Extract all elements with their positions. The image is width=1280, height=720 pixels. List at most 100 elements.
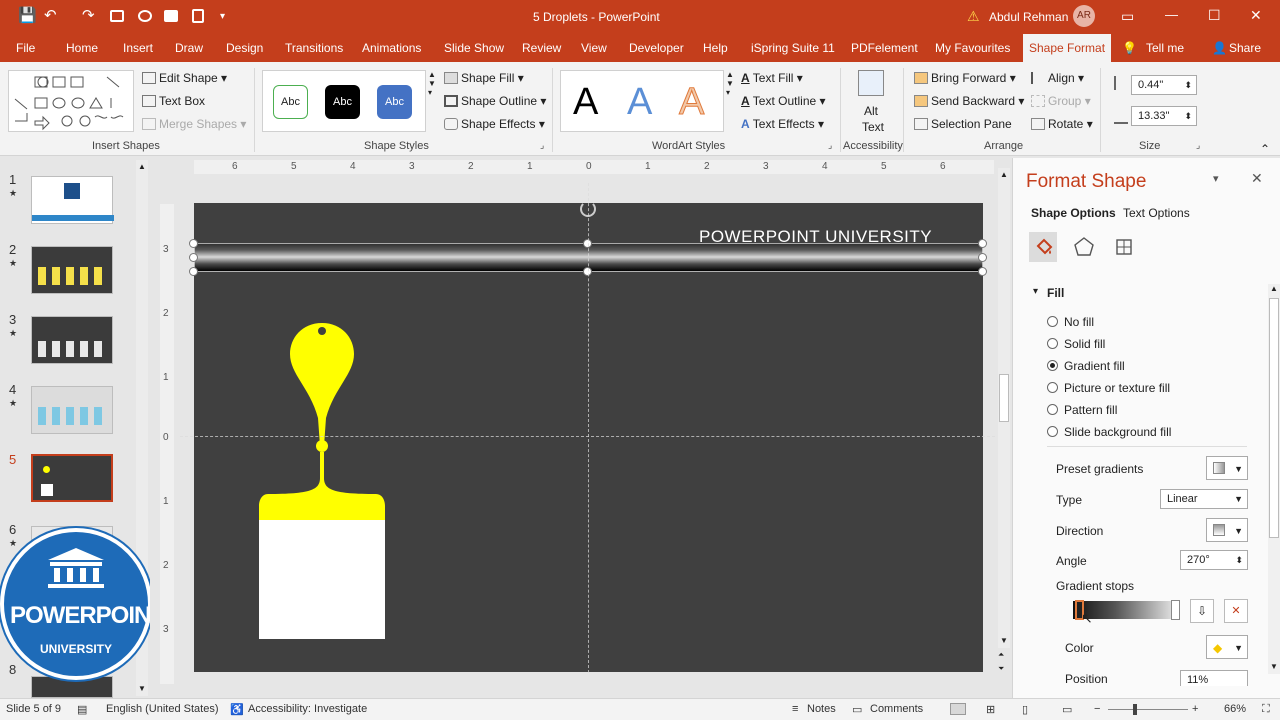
pattern-fill-option[interactable]: Pattern fill bbox=[1047, 403, 1117, 417]
merge-shapes-button[interactable]: Merge Shapes ▾ bbox=[142, 117, 246, 131]
spinner-icon[interactable]: ⬍ bbox=[1184, 107, 1192, 125]
tab-view[interactable]: View bbox=[581, 34, 607, 62]
radio-slide-background-fill[interactable] bbox=[1047, 426, 1058, 437]
radio-solid-fill[interactable] bbox=[1047, 338, 1058, 349]
text-box-button[interactable]: Text Box bbox=[142, 94, 205, 108]
slide-background-fill-option[interactable]: Slide background fill bbox=[1047, 425, 1171, 439]
shapes-gallery[interactable] bbox=[8, 70, 134, 132]
alt-text-button-line2[interactable]: Text bbox=[862, 120, 884, 134]
scroll-thumb[interactable] bbox=[1269, 298, 1279, 538]
shape-fill-button[interactable]: Shape Fill ▾ bbox=[444, 71, 524, 85]
wordart-blue[interactable]: A bbox=[627, 81, 652, 124]
tab-ispring[interactable]: iSpring Suite 11 bbox=[751, 34, 835, 62]
wordart-orange[interactable]: A bbox=[678, 81, 704, 124]
canvas-scrollbar[interactable]: ▲ ▼ bbox=[998, 168, 1010, 648]
minimize-icon[interactable]: — bbox=[1165, 7, 1178, 22]
tab-transitions[interactable]: Transitions bbox=[285, 34, 343, 62]
tab-slide-show[interactable]: Slide Show bbox=[444, 34, 504, 62]
style-preset-black[interactable]: Abc bbox=[325, 85, 360, 119]
style-preset-blue[interactable]: Abc bbox=[377, 85, 412, 119]
tab-text-options[interactable]: Text Options bbox=[1123, 206, 1190, 220]
scroll-up-icon[interactable]: ▲ bbox=[1000, 170, 1008, 179]
zoom-out-icon[interactable]: − bbox=[1094, 703, 1100, 715]
redo-icon[interactable]: ↷ bbox=[82, 8, 95, 24]
save-icon[interactable]: 💾 bbox=[18, 8, 37, 24]
bring-forward-button[interactable]: Bring Forward ▾ bbox=[914, 71, 1016, 85]
scroll-up-icon[interactable]: ▲ bbox=[138, 162, 146, 171]
size-properties-icon[interactable] bbox=[1113, 236, 1135, 258]
solid-fill-option[interactable]: Solid fill bbox=[1047, 337, 1105, 351]
send-backward-button[interactable]: Send Backward ▾ bbox=[914, 94, 1024, 108]
resize-handle[interactable] bbox=[978, 239, 987, 248]
resize-handle[interactable] bbox=[189, 253, 198, 262]
fill-collapse-icon[interactable]: ▾ bbox=[1033, 286, 1038, 297]
tab-pdfelement[interactable]: PDFelement bbox=[851, 34, 918, 62]
pane-close-icon[interactable]: ✕ bbox=[1251, 170, 1263, 187]
reading-view-icon[interactable]: ▯ bbox=[1022, 703, 1028, 716]
rotate-button[interactable]: Rotate ▾ bbox=[1031, 117, 1093, 131]
resize-handle[interactable] bbox=[978, 253, 987, 262]
present-icon[interactable] bbox=[110, 10, 124, 22]
alt-text-button[interactable]: Alt bbox=[864, 104, 878, 118]
tab-insert[interactable]: Insert bbox=[123, 34, 153, 62]
collapse-ribbon-icon[interactable]: ⌃ bbox=[1260, 142, 1270, 156]
language-indicator[interactable]: English (United States) bbox=[106, 703, 219, 715]
zoom-level[interactable]: 66% bbox=[1224, 703, 1246, 715]
dialog-launcher-icon[interactable]: ⌟ bbox=[540, 140, 544, 151]
comments-icon[interactable]: ▭ bbox=[852, 703, 862, 716]
share-button[interactable]: Share bbox=[1229, 34, 1261, 62]
dialog-launcher-icon[interactable]: ⌟ bbox=[828, 140, 832, 151]
maximize-icon[interactable]: ☐ bbox=[1208, 7, 1221, 24]
gradient-stop[interactable] bbox=[1171, 600, 1180, 620]
text-outline-button[interactable]: A Text Outline ▾ bbox=[741, 94, 826, 108]
gallery-scroll-icon[interactable]: ▲ ▼ ▾ bbox=[726, 70, 734, 97]
fit-to-window-icon[interactable]: ⛶ bbox=[1262, 703, 1270, 716]
scroll-thumb[interactable] bbox=[999, 374, 1009, 422]
slide-thumbnail-5[interactable] bbox=[31, 454, 113, 502]
preset-gradients-dropdown[interactable]: ▼ bbox=[1206, 456, 1248, 480]
text-fill-button[interactable]: A Text Fill ▾ bbox=[741, 71, 803, 85]
scroll-up-icon[interactable]: ▲ bbox=[1270, 284, 1278, 293]
zoom-slider-thumb[interactable] bbox=[1133, 704, 1137, 715]
shape-outline-button[interactable]: Shape Outline ▾ bbox=[444, 94, 546, 108]
previous-slide-icon[interactable]: ⏶ bbox=[998, 650, 1004, 660]
white-card[interactable] bbox=[259, 520, 385, 639]
fill-section-header[interactable]: Fill bbox=[1047, 286, 1064, 300]
angle-input[interactable]: 270° ⬍ bbox=[1180, 550, 1248, 570]
slideshow-icon[interactable]: ▭ bbox=[1062, 703, 1072, 716]
zoom-in-icon[interactable]: + bbox=[1192, 703, 1198, 715]
tab-home[interactable]: Home bbox=[66, 34, 98, 62]
radio-gradient-fill[interactable] bbox=[1047, 360, 1058, 371]
remove-gradient-stop-icon[interactable]: ✕ bbox=[1224, 599, 1248, 623]
print-preview-icon[interactable] bbox=[192, 9, 204, 23]
tab-help[interactable]: Help bbox=[703, 34, 728, 62]
picture-fill-option[interactable]: Picture or texture fill bbox=[1047, 381, 1170, 395]
align-button[interactable]: Align ▾ bbox=[1031, 71, 1084, 85]
tab-file[interactable]: File bbox=[16, 34, 35, 62]
scroll-down-icon[interactable]: ▼ bbox=[1000, 636, 1008, 645]
droplet-head[interactable] bbox=[290, 323, 354, 446]
gradient-fill-option[interactable]: Gradient fill bbox=[1047, 359, 1125, 373]
tab-animations[interactable]: Animations bbox=[362, 34, 421, 62]
user-name[interactable]: Abdul Rehman bbox=[989, 10, 1068, 24]
slide-counter[interactable]: Slide 5 of 9 bbox=[6, 703, 61, 715]
type-dropdown[interactable]: Linear ▼ bbox=[1160, 489, 1248, 509]
shape-effects-button[interactable]: Shape Effects ▾ bbox=[444, 117, 545, 131]
tab-shape-options[interactable]: Shape Options bbox=[1031, 206, 1116, 220]
position-input[interactable]: 11% bbox=[1180, 670, 1248, 686]
close-icon[interactable]: ✕ bbox=[1250, 7, 1262, 24]
dialog-launcher-icon[interactable]: ⌟ bbox=[1196, 140, 1200, 151]
height-input[interactable]: 0.44" ⬍ bbox=[1131, 75, 1197, 95]
no-fill-option[interactable]: No fill bbox=[1047, 315, 1094, 329]
add-gradient-stop-icon[interactable]: ⇩ bbox=[1190, 599, 1214, 623]
accessibility-icon[interactable]: ♿ bbox=[230, 703, 244, 716]
accessibility-status[interactable]: Accessibility: Investigate bbox=[248, 703, 367, 715]
notes-icon[interactable]: ≡ bbox=[792, 703, 798, 715]
tab-my-favourites[interactable]: My Favourites bbox=[935, 34, 1010, 62]
droplet-shape[interactable] bbox=[254, 318, 394, 643]
tab-review[interactable]: Review bbox=[522, 34, 561, 62]
scroll-down-icon[interactable]: ▼ bbox=[1270, 662, 1278, 671]
scroll-down-icon[interactable]: ▼ bbox=[138, 684, 146, 693]
pane-options-icon[interactable]: ▾ bbox=[1213, 172, 1219, 185]
radio-no-fill[interactable] bbox=[1047, 316, 1058, 327]
